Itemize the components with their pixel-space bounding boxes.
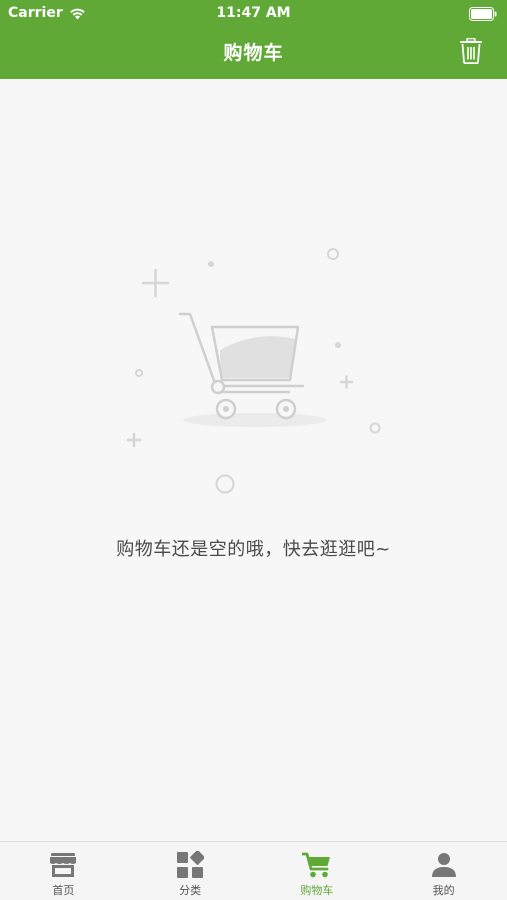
top-bar: Carrier 11:47 AM 购物车 — [0, 0, 507, 79]
tab-mine-label: 我的 — [432, 884, 455, 897]
tab-mine[interactable]: 我的 — [380, 842, 507, 900]
tab-home-label: 首页 — [52, 884, 75, 897]
tab-bar: 首页 分类 购物车 我的 — [0, 841, 507, 900]
cart-screen: Carrier 11:47 AM 购物车 购物车还是空的哦，快去逛逛吧~ 首页 … — [0, 0, 507, 900]
empty-cart-message: 购物车还是空的哦，快去逛逛吧~ — [116, 539, 391, 560]
empty-cart-illustration — [126, 248, 381, 494]
status-bar: Carrier 11:47 AM — [0, 0, 507, 28]
store-icon — [48, 851, 78, 879]
trash-icon[interactable] — [459, 38, 483, 64]
tab-category-label: 分类 — [179, 884, 202, 897]
status-time: 11:47 AM — [216, 5, 291, 21]
tab-cart[interactable]: 购物车 — [254, 842, 381, 900]
tab-category[interactable]: 分类 — [127, 842, 254, 900]
cart-icon — [301, 851, 332, 879]
person-icon — [429, 851, 459, 879]
page-title: 购物车 — [223, 42, 284, 64]
tab-home[interactable]: 首页 — [0, 842, 127, 900]
tab-cart-label: 购物车 — [300, 884, 334, 897]
category-grid-icon — [175, 851, 205, 879]
battery-icon — [469, 7, 497, 21]
